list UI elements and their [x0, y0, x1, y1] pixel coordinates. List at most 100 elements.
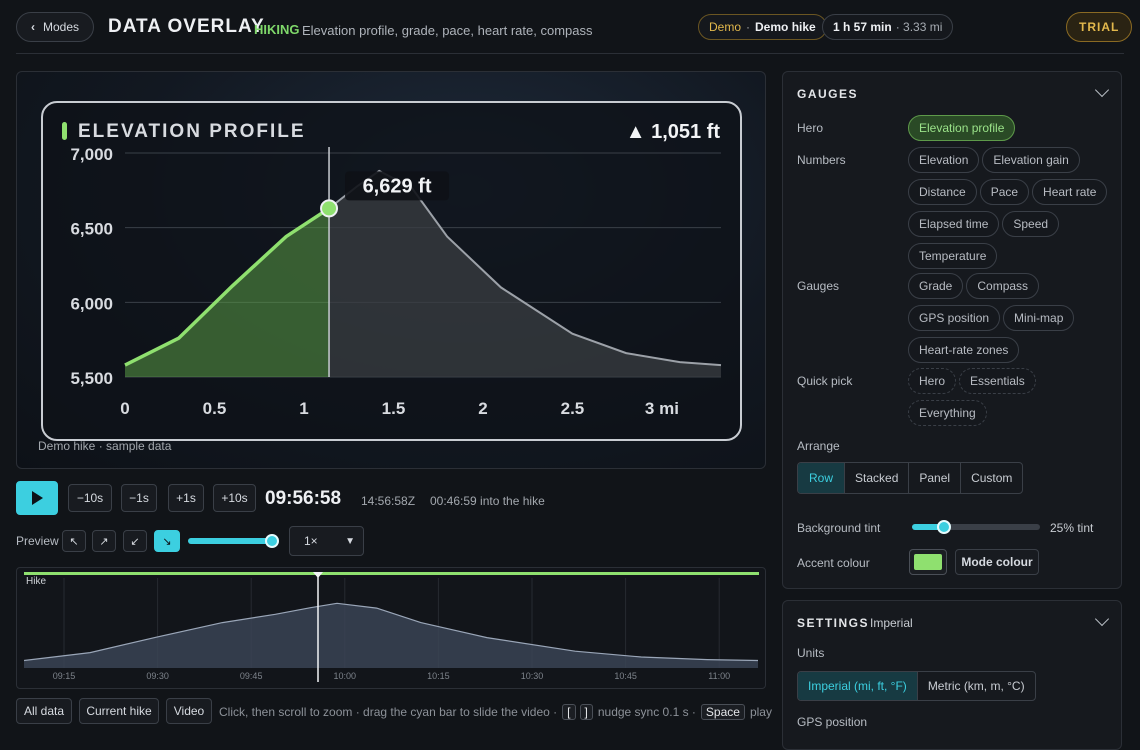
accent-label: Accent colour: [797, 556, 870, 570]
units-label: Units: [797, 646, 825, 660]
playhead-marker: [313, 572, 323, 578]
timeline-time-label: 09:45: [240, 671, 263, 681]
settings-panel: SETTINGS Imperial Units Imperial (mi, ft…: [782, 600, 1122, 750]
gauges-label: Gauges: [797, 279, 840, 293]
chip-heart-rate-zones[interactable]: Heart-rate zones: [908, 337, 1020, 363]
preview-slider-fill: [188, 538, 272, 544]
timeline-time-label: 10:00: [334, 671, 357, 681]
arrange-label: Arrange: [797, 439, 840, 453]
mode-badge: HIKING: [254, 22, 300, 37]
y-tick-label: 6,000: [70, 294, 113, 313]
modes-back-label: Modes: [42, 20, 80, 34]
hero-label: Hero: [797, 121, 824, 135]
chip-elapsed-time[interactable]: Elapsed time: [908, 211, 1000, 237]
accent-swatch-color: [914, 554, 942, 570]
chip-speed[interactable]: Speed: [1002, 211, 1060, 237]
chip-mini-map[interactable]: Mini-map: [1003, 305, 1075, 331]
play-button[interactable]: [16, 481, 58, 515]
back-1s-button[interactable]: −1s: [121, 484, 157, 512]
arrange-row[interactable]: Row: [798, 463, 846, 493]
mode-colour-button[interactable]: Mode colour: [955, 549, 1039, 575]
x-tick-label: 2.5: [561, 399, 585, 418]
quick-essentials[interactable]: Essentials: [959, 368, 1036, 394]
corner-bottom-left-button[interactable]: ↙: [123, 530, 147, 552]
chevron-down-icon: ▼: [345, 535, 355, 547]
hover-value: 6,629 ft: [363, 175, 432, 197]
chip-gps-position[interactable]: GPS position: [908, 305, 1001, 331]
timeline-time-label: 10:15: [427, 671, 450, 681]
y-tick-label: 7,000: [70, 145, 113, 164]
accent-swatch[interactable]: [909, 549, 947, 575]
gauges-chips: Grade Compass GPS position Mini-map Hear…: [908, 273, 1118, 369]
x-tick-label: 3 mi: [645, 399, 679, 418]
overlay-title: ELEVATION PROFILE: [78, 121, 306, 142]
video-preview[interactable]: ELEVATION PROFILE ▲ 1,051 ft 7,000 6,500 6…: [16, 71, 766, 469]
corner-top-right-button[interactable]: ↗: [92, 530, 116, 552]
speed-select[interactable]: 1× ▼: [289, 526, 364, 556]
utc-time: 14:56:58Z: [361, 494, 416, 508]
distance-value: · 3.33 mi: [895, 20, 943, 34]
timeline-time-label: 10:45: [614, 671, 637, 681]
units-metric[interactable]: Metric (km, m, °C): [918, 672, 1035, 700]
corner-top-left-button[interactable]: ↖: [62, 530, 86, 552]
modes-back-button[interactable]: ‹ Modes: [16, 12, 94, 42]
timeline-time-label: 09:15: [53, 671, 76, 681]
chip-elevation[interactable]: Elevation: [908, 147, 980, 173]
key-open-bracket: [: [562, 704, 576, 720]
numbers-label: Numbers: [797, 153, 846, 167]
quick-pick-chips: Hero Essentials Everything: [908, 368, 1118, 432]
back-10s-button[interactable]: −10s: [68, 484, 112, 512]
chip-pace[interactable]: Pace: [979, 179, 1030, 205]
trial-badge[interactable]: TRIAL: [1066, 12, 1133, 42]
elevation-area-remaining: [329, 170, 721, 377]
units-segmented: Imperial (mi, ft, °F) Metric (km, m, °C): [797, 671, 1036, 701]
chevron-left-icon: ‹: [30, 20, 35, 34]
settings-collapse-icon[interactable]: [1094, 611, 1110, 627]
key-close-bracket: ]: [579, 704, 593, 720]
preview-slider-thumb[interactable]: [264, 534, 279, 548]
corner-bottom-right-button[interactable]: ↘: [154, 530, 180, 552]
tint-label: Background tint: [797, 521, 881, 535]
fwd-10s-button[interactable]: +10s: [213, 484, 256, 512]
chip-grade[interactable]: Grade: [908, 273, 964, 299]
timeline-elevation-graph: 09:15 09:30 09:45 10:00 10:15 10:30 10:45 11:00: [24, 572, 758, 682]
tint-slider[interactable]: [912, 520, 1040, 534]
video-button[interactable]: Video: [166, 698, 212, 724]
elevation-gain-value: ▲ 1,051 ft: [625, 121, 720, 143]
demo-pill[interactable]: Demo · Demo hike: [698, 14, 827, 40]
x-tick-label: 0: [120, 399, 129, 418]
current-hike-button[interactable]: Current hike: [79, 698, 159, 724]
arrange-panel[interactable]: Panel: [909, 463, 962, 493]
elevation-overlay-card[interactable]: ELEVATION PROFILE ▲ 1,051 ft 7,000 6,500 6…: [41, 101, 742, 441]
all-data-button[interactable]: All data: [16, 698, 72, 724]
quick-everything[interactable]: Everything: [908, 400, 987, 426]
into-hike-text: 00:46:59 into the hike: [430, 494, 545, 508]
chip-heart-rate[interactable]: Heart rate: [1032, 179, 1108, 205]
overlay-accent-bar: [62, 122, 67, 140]
chip-elevation-gain[interactable]: Elevation gain: [982, 147, 1080, 173]
key-space: Space: [700, 704, 745, 720]
arrange-stacked[interactable]: Stacked: [845, 463, 910, 493]
timeline-time-label: 09:30: [146, 671, 169, 681]
chip-distance[interactable]: Distance: [908, 179, 977, 205]
duration-value: 1 h 57 min: [833, 20, 892, 34]
chip-temperature[interactable]: Temperature: [908, 243, 998, 269]
gauges-collapse-icon[interactable]: [1094, 82, 1110, 98]
units-imperial[interactable]: Imperial (mi, ft, °F): [798, 672, 918, 700]
preview-size-slider[interactable]: [188, 534, 279, 548]
chip-elevation-profile[interactable]: Elevation profile: [908, 115, 1016, 141]
arrange-custom[interactable]: Custom: [961, 463, 1022, 493]
fwd-1s-button[interactable]: +1s: [168, 484, 204, 512]
timeline[interactable]: Hike 09:15 09:30 09:45 10:00 10:15 10:30 10:45…: [16, 567, 766, 689]
page-subtitle: Elevation profile, grade, pace, heart ra…: [302, 23, 593, 38]
gauges-title: GAUGES: [797, 87, 859, 101]
chip-compass[interactable]: Compass: [966, 273, 1040, 299]
header-divider: [16, 53, 1124, 54]
tint-slider-thumb[interactable]: [937, 520, 951, 534]
x-tick-label: 0.5: [203, 399, 227, 418]
quick-hero[interactable]: Hero: [908, 368, 957, 394]
gps-position-label: GPS position: [797, 715, 868, 729]
timeline-hint: Click, then scroll to zoom · drag the cy…: [219, 704, 772, 720]
x-tick-label: 1.5: [382, 399, 406, 418]
page-title: DATA OVERLAY: [108, 16, 265, 37]
